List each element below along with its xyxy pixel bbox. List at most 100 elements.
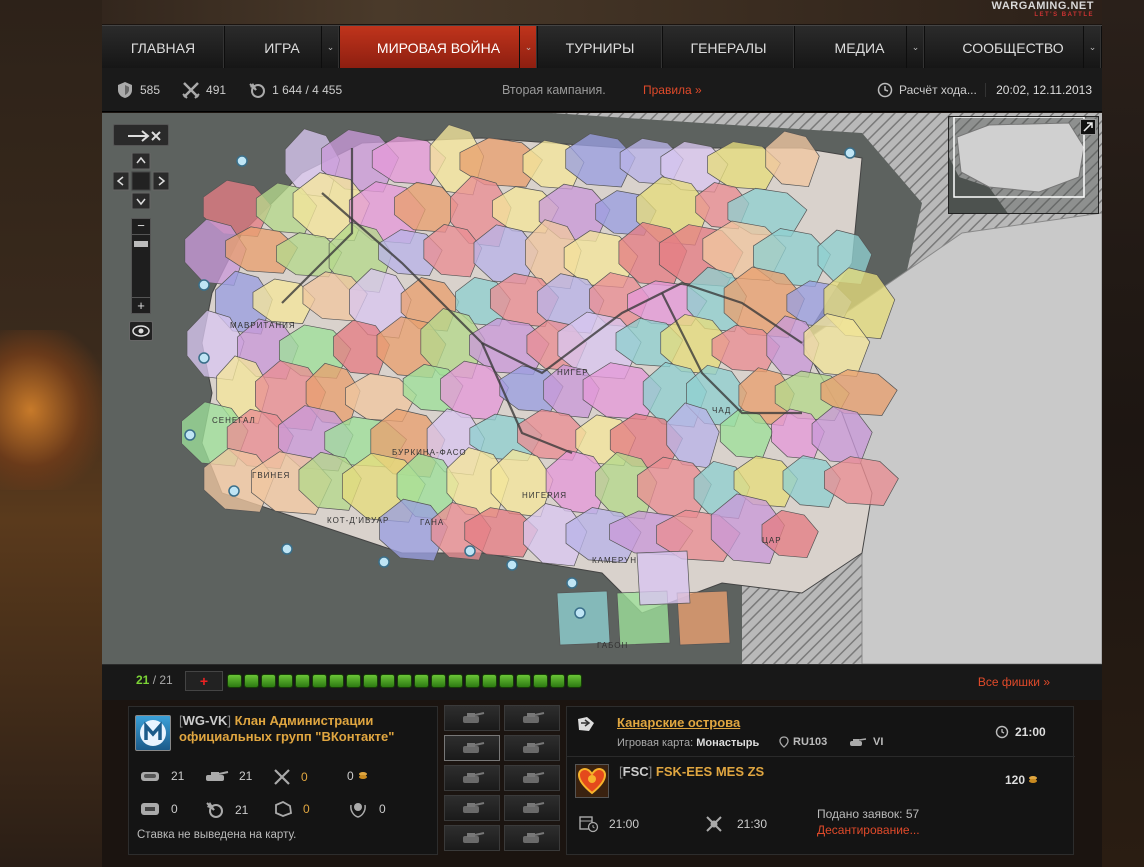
world-map[interactable]: МАВРИТАНИЯ НИГЕР ЧАД СЕНЕГАЛ ГВИНЕЯ БУРК… bbox=[102, 113, 1102, 664]
provinces-count: 585 bbox=[140, 82, 161, 97]
pilot-icon bbox=[523, 712, 545, 723]
zoom-slider-handle[interactable] bbox=[134, 241, 148, 247]
action-button-7[interactable] bbox=[504, 795, 560, 821]
action-button-0[interactable] bbox=[444, 705, 500, 731]
visibility-toggle[interactable] bbox=[129, 321, 153, 341]
action-button-2[interactable] bbox=[444, 735, 500, 761]
applications-count: Подано заявок: 57 bbox=[817, 807, 920, 821]
landing-point-icon[interactable] bbox=[184, 429, 196, 441]
spy-icon bbox=[523, 772, 545, 783]
landing-point-icon[interactable] bbox=[844, 147, 856, 159]
chip-icon[interactable] bbox=[278, 674, 293, 688]
landing-point-icon[interactable] bbox=[228, 485, 240, 497]
landing-point-icon[interactable] bbox=[281, 543, 293, 555]
status-bar: 585 491 1 644 / 4 455 Вторая кампания. П… bbox=[102, 68, 1102, 112]
nav-item-4[interactable]: ГЕНЕРАЛЫ bbox=[663, 26, 795, 69]
province-marker-icon bbox=[578, 717, 594, 731]
chip-icon[interactable] bbox=[363, 674, 378, 688]
zoom-slider[interactable]: − + bbox=[131, 218, 151, 314]
action-button-8[interactable] bbox=[444, 825, 500, 851]
chevron-down-icon[interactable]: ⌄ bbox=[1083, 26, 1101, 69]
pan-left-button[interactable] bbox=[112, 171, 130, 191]
chip-icon[interactable] bbox=[431, 674, 446, 688]
minimap[interactable] bbox=[948, 116, 1099, 214]
landing-point-icon[interactable] bbox=[198, 279, 210, 291]
chip-icon[interactable] bbox=[516, 674, 531, 688]
province-title[interactable]: Канарские острова bbox=[617, 715, 740, 730]
map-label-nigeria: НИГЕРИЯ bbox=[522, 491, 567, 500]
map-label-car: ЦАР bbox=[762, 536, 782, 545]
clock-icon bbox=[877, 82, 893, 97]
chip-icon[interactable] bbox=[397, 674, 412, 688]
chip-icon[interactable] bbox=[499, 674, 514, 688]
chevron-down-icon[interactable]: ⌄ bbox=[321, 26, 339, 69]
clock-icon bbox=[995, 725, 1009, 739]
chip-icon[interactable] bbox=[465, 674, 480, 688]
pan-right-button[interactable] bbox=[152, 171, 170, 191]
chip-list bbox=[227, 674, 582, 688]
nav-item-5[interactable]: МЕДИА ⌄ bbox=[795, 26, 925, 69]
chip-icon[interactable] bbox=[312, 674, 327, 688]
action-button-1[interactable] bbox=[504, 705, 560, 731]
chip-icon[interactable] bbox=[448, 674, 463, 688]
landing-status[interactable]: Десантирование... bbox=[817, 823, 920, 837]
clan-battle-tanks-stat: 21 bbox=[205, 769, 252, 783]
action-button-5[interactable] bbox=[504, 765, 560, 791]
landing-point-icon[interactable] bbox=[574, 607, 586, 619]
chip-icon[interactable] bbox=[414, 674, 429, 688]
battles-count: 491 bbox=[206, 82, 227, 97]
action-button-6[interactable] bbox=[444, 795, 500, 821]
chip-icon[interactable] bbox=[482, 674, 497, 688]
crossed-swords-icon bbox=[182, 81, 200, 99]
nav-item-1[interactable]: ИГРА ⌄ bbox=[225, 26, 340, 69]
landing-point-icon[interactable] bbox=[378, 556, 390, 568]
landing-time: 21:30 bbox=[705, 815, 767, 833]
chip-icon[interactable] bbox=[380, 674, 395, 688]
chip-icon[interactable] bbox=[533, 674, 548, 688]
landing-point-icon[interactable] bbox=[506, 559, 518, 571]
chip-icon[interactable] bbox=[227, 674, 242, 688]
clan-attacks-stat: 0 bbox=[273, 801, 310, 817]
nav-item-2[interactable]: МИРОВАЯ ВОЙНА ⌄ bbox=[340, 26, 538, 69]
action-button-9[interactable] bbox=[504, 825, 560, 851]
chip-icon[interactable] bbox=[261, 674, 276, 688]
chip-icon[interactable] bbox=[329, 674, 344, 688]
nav-item-6[interactable]: СООБЩЕСТВО ⌄ bbox=[925, 26, 1102, 69]
landing-point-icon[interactable] bbox=[198, 352, 210, 364]
action-button-3[interactable] bbox=[504, 735, 560, 761]
chevron-down-icon[interactable]: ⌄ bbox=[906, 26, 924, 69]
chip-icon[interactable] bbox=[567, 674, 582, 688]
action-button-4[interactable] bbox=[444, 765, 500, 791]
landing-point-icon[interactable] bbox=[464, 545, 476, 557]
flags-icon bbox=[463, 772, 485, 783]
zoom-in-button[interactable]: + bbox=[132, 297, 150, 313]
laurel-skull-icon bbox=[350, 803, 366, 818]
chip-icon[interactable] bbox=[550, 674, 565, 688]
map-label-niger: НИГЕР bbox=[557, 368, 589, 377]
pan-up-button[interactable] bbox=[131, 152, 151, 170]
zoom-out-button[interactable]: − bbox=[132, 219, 150, 235]
owner-name[interactable]: [FSC] FSK-EES MES ZS bbox=[619, 764, 764, 779]
nav-item-3[interactable]: ТУРНИРЫ bbox=[538, 26, 663, 69]
owner-emblem[interactable] bbox=[575, 764, 609, 798]
landing-point-icon[interactable] bbox=[566, 577, 578, 589]
all-chips-link[interactable]: Все фишки » bbox=[978, 675, 1050, 689]
chip-icon[interactable] bbox=[244, 674, 259, 688]
province-server: RU103 bbox=[779, 736, 827, 748]
clan-emblem[interactable] bbox=[135, 715, 171, 751]
chip-icon[interactable] bbox=[295, 674, 310, 688]
expand-minimap-icon[interactable] bbox=[1080, 119, 1096, 135]
action-buttons bbox=[444, 705, 564, 855]
rules-link[interactable]: Правила » bbox=[643, 83, 702, 97]
pan-down-button[interactable] bbox=[131, 192, 151, 210]
map-mode-toggle[interactable] bbox=[113, 124, 169, 146]
chevron-down-icon[interactable]: ⌄ bbox=[519, 26, 537, 69]
map-pan-control[interactable] bbox=[112, 152, 170, 210]
clan-name[interactable]: [WG-VK] Клан Администрации официальных гр… bbox=[179, 713, 394, 745]
chip-icon[interactable] bbox=[346, 674, 361, 688]
wargaming-logo[interactable]: WARGAMING.NET LET'S BATTLE bbox=[992, 0, 1094, 18]
landing-point-icon[interactable] bbox=[236, 155, 248, 167]
add-chip-button[interactable]: + bbox=[185, 671, 223, 691]
eye-icon bbox=[132, 325, 150, 337]
nav-item-0[interactable]: ГЛАВНАЯ bbox=[102, 26, 225, 69]
